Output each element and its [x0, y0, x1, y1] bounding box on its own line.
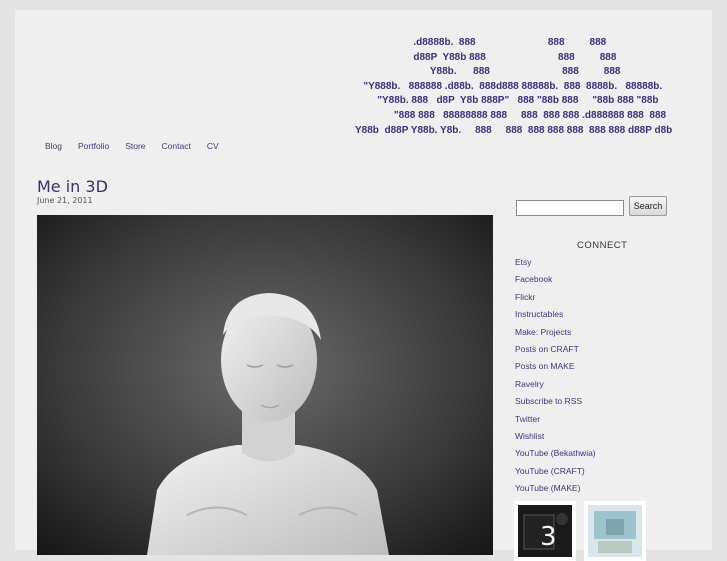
link-flickr[interactable]: Flickr: [515, 292, 596, 309]
link-posts-make[interactable]: Posts on MAKE: [515, 361, 596, 378]
post-date: June 21, 2011: [37, 196, 93, 205]
link-youtube-bekathwia[interactable]: YouTube (Bekathwia): [515, 448, 596, 465]
link-rss[interactable]: Subscribe to RSS: [515, 396, 596, 413]
post-image[interactable]: [37, 215, 493, 555]
link-etsy[interactable]: Etsy: [515, 257, 596, 274]
connect-links: Etsy Facebook Flickr Instructables Make:…: [515, 257, 596, 500]
bust-illustration: [37, 215, 493, 555]
link-instructables[interactable]: Instructables: [515, 309, 596, 326]
nav-store[interactable]: Store: [125, 141, 145, 151]
nav-blog[interactable]: Blog: [45, 141, 62, 151]
link-make-projects[interactable]: Make: Projects: [515, 327, 596, 344]
link-twitter[interactable]: Twitter: [515, 414, 596, 431]
post-title[interactable]: Me in 3D: [37, 177, 108, 196]
link-facebook[interactable]: Facebook: [515, 274, 596, 291]
sidebar-thumbnails: 3: [514, 501, 646, 561]
thumbnail-1[interactable]: 3: [514, 501, 576, 561]
thumbnail-1-image: 3: [518, 505, 572, 557]
link-wishlist[interactable]: Wishlist: [515, 431, 596, 448]
main-nav: Blog Portfolio Store Contact CV: [45, 141, 235, 151]
search-button[interactable]: Search: [629, 196, 667, 216]
site-logo-ascii[interactable]: .d8888b. 888 888 888 d88P Y88b 888 888 8…: [355, 36, 672, 138]
svg-text:3: 3: [540, 522, 557, 552]
thumbnail-2[interactable]: [584, 501, 646, 561]
link-posts-craft[interactable]: Posts on CRAFT: [515, 344, 596, 361]
link-ravelry[interactable]: Ravelry: [515, 379, 596, 396]
connect-heading: CONNECT: [577, 240, 628, 251]
page-container: .d8888b. 888 888 888 d88P Y88b 888 888 8…: [15, 10, 712, 561]
search-input[interactable]: [516, 200, 624, 216]
nav-contact[interactable]: Contact: [162, 141, 191, 151]
link-youtube-craft[interactable]: YouTube (CRAFT): [515, 466, 596, 483]
nav-portfolio[interactable]: Portfolio: [78, 141, 109, 151]
thumbnail-2-image: [588, 505, 642, 557]
nav-cv[interactable]: CV: [207, 141, 219, 151]
link-youtube-make[interactable]: YouTube (MAKE): [515, 483, 596, 500]
